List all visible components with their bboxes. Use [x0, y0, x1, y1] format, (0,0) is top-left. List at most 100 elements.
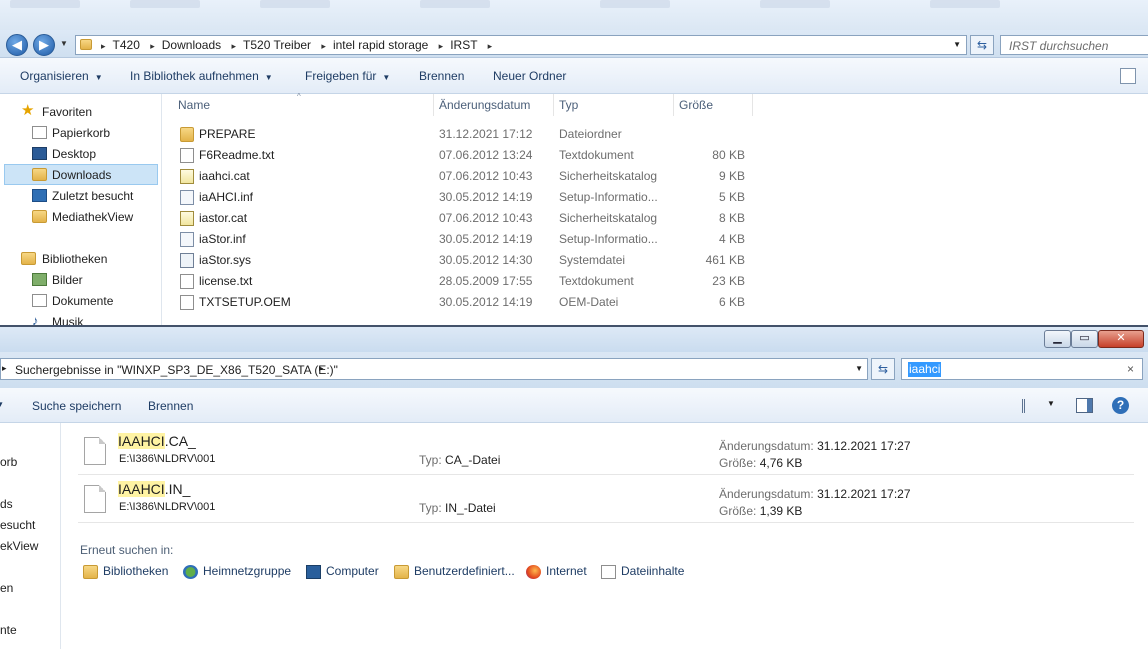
navigation-pane: orb ds esucht ekView en nte — [0, 423, 61, 649]
save-search-button[interactable]: Suche speichern — [32, 399, 121, 413]
sidebar-item-downloads[interactable]: Downloads — [32, 165, 111, 185]
file-row[interactable]: F6Readme.txt 07.06.2012 13:24 Textdokument… — [176, 145, 766, 166]
search-again-homegroup[interactable]: Heimnetzgruppe — [183, 564, 291, 579]
libraries-header[interactable]: Bibliotheken — [21, 249, 107, 269]
forward-button[interactable]: ▶ — [33, 34, 55, 56]
sidebar-item-recent[interactable]: Zuletzt besucht — [32, 186, 133, 206]
breadcrumb-item[interactable]: intel rapid storage — [333, 38, 428, 52]
file-type: Setup-Informatio... — [559, 190, 658, 204]
file-size: 461 KB — [705, 253, 745, 267]
system-file-icon — [180, 253, 194, 268]
breadcrumb-item[interactable]: IRST — [450, 38, 477, 52]
search-again-custom[interactable]: Benutzerdefiniert... — [394, 564, 515, 579]
sidebar-item-partial[interactable]: nte — [0, 623, 17, 637]
file-row[interactable]: iaStor.inf 30.05.2012 14:19 Setup-Informat… — [176, 229, 766, 250]
result-row[interactable]: IAAHCI.IN_ E:\I386\NLDRV\001 Typ: IN_-Da… — [78, 475, 1134, 523]
sidebar-item-partial[interactable]: en — [0, 581, 13, 595]
chevron-down-icon[interactable]: ▾ — [0, 399, 3, 410]
minimize-button[interactable]: ▁ — [1044, 330, 1071, 348]
breadcrumb-item[interactable]: T420 — [113, 38, 140, 52]
search-location-text: Suchergebnisse in "WINXP_SP3_DE_X86_T520… — [15, 363, 338, 377]
file-name: iastor.cat — [199, 211, 248, 225]
file-type: Setup-Informatio... — [559, 232, 658, 246]
result-size: Größe: 1,39 KB — [719, 504, 803, 518]
file-row[interactable]: iaStor.sys 30.05.2012 14:30 Systemdatei 461… — [176, 250, 766, 271]
burn-button[interactable]: Brennen — [148, 399, 193, 413]
clear-search-icon[interactable]: × — [1127, 362, 1134, 376]
file-type: Sicherheitskatalog — [559, 211, 658, 225]
star-icon: ★ — [21, 102, 35, 119]
column-header-type[interactable]: Typ — [559, 98, 578, 114]
file-name: iaStor.sys — [199, 253, 252, 267]
chevron-right-icon: ▸ — [2, 363, 7, 373]
sidebar-item-partial[interactable]: orb — [0, 455, 17, 469]
background-taskbar-strip — [0, 0, 1148, 30]
result-row[interactable]: IAAHCI.CA_ E:\I386\NLDRV\001 Typ: CA_-Da… — [78, 427, 1134, 475]
sidebar-item-mediathekview[interactable]: MediathekView — [32, 207, 133, 227]
address-dropdown-chevron-icon[interactable]: ▼ — [953, 40, 961, 49]
result-path: E:\I386\NLDRV\001 — [119, 453, 216, 465]
file-date: 07.06.2012 10:43 — [439, 211, 533, 225]
search-input[interactable]: iaahci × — [901, 358, 1143, 380]
breadcrumb-item[interactable]: T520 Treiber — [243, 38, 311, 52]
view-change-icon[interactable] — [1022, 399, 1036, 413]
search-again-internet[interactable]: Internet — [526, 564, 587, 579]
maximize-button[interactable]: ▭ — [1071, 330, 1098, 348]
search-again-file-contents[interactable]: Dateiinhalte — [601, 564, 684, 579]
search-input[interactable]: IRST durchsuchen — [1000, 35, 1148, 55]
new-folder-button[interactable]: Neuer Ordner — [493, 69, 566, 83]
catalog-file-icon — [180, 211, 194, 226]
sidebar-item-partial[interactable]: ds — [0, 497, 13, 511]
file-row[interactable]: iaahci.cat 07.06.2012 10:43 Sicherheitskat… — [176, 166, 766, 187]
favorites-header[interactable]: ★ Favoriten — [21, 102, 92, 122]
column-header-name[interactable]: Name — [178, 98, 210, 114]
address-field[interactable]: ▸ Suchergebnisse in "WINXP_SP3_DE_X86_T5… — [0, 358, 868, 380]
search-again-libraries[interactable]: Bibliotheken — [83, 564, 168, 579]
file-date: 07.06.2012 10:43 — [439, 169, 533, 183]
sidebar-item-documents[interactable]: Dokumente — [32, 291, 113, 311]
sidebar-item-partial[interactable]: ekView — [0, 539, 38, 553]
address-dropdown-chevron-icon[interactable]: ▼ — [855, 364, 863, 373]
breadcrumb: ▸ T420 ▸ Downloads ▸ T520 Treiber ▸ intel ra… — [101, 38, 493, 52]
preview-pane-icon[interactable] — [1076, 398, 1093, 413]
file-row[interactable]: PREPARE 31.12.2021 17:12 Dateiordner — [176, 124, 766, 145]
refresh-button[interactable]: ⇆ — [970, 35, 994, 55]
text-file-icon — [180, 274, 194, 289]
file-icon — [84, 485, 106, 513]
organize-menu[interactable]: Organisieren ▼ — [20, 69, 103, 83]
refresh-button[interactable]: ⇆ — [871, 358, 895, 380]
column-header-size[interactable]: Größe — [679, 98, 713, 114]
sidebar-item-recycle-bin[interactable]: Papierkorb — [32, 123, 110, 143]
inf-file-icon — [180, 232, 194, 247]
result-name: IAAHCI.IN_ — [118, 481, 191, 497]
result-name: IAAHCI.CA_ — [118, 433, 196, 449]
share-with-menu[interactable]: Freigeben für ▼ — [305, 69, 390, 83]
view-options-icon[interactable] — [1120, 68, 1136, 84]
search-again-computer[interactable]: Computer — [306, 564, 379, 579]
file-name: iaStor.inf — [199, 232, 246, 246]
sidebar-item-pictures[interactable]: Bilder — [32, 270, 83, 290]
file-row[interactable]: license.txt 28.05.2009 17:55 Textdokument 2… — [176, 271, 766, 292]
sidebar-item-partial[interactable]: esucht — [0, 518, 35, 532]
file-row[interactable]: iastor.cat 07.06.2012 10:43 Sicherheitskat… — [176, 208, 766, 229]
sidebar-item-desktop[interactable]: Desktop — [32, 144, 96, 164]
file-type: OEM-Datei — [559, 295, 619, 309]
address-field[interactable]: ▸ T420 ▸ Downloads ▸ T520 Treiber ▸ intel ra… — [75, 35, 967, 55]
recent-pages-dropdown[interactable]: ▼ — [60, 39, 68, 48]
file-row[interactable]: iaAHCI.inf 30.05.2012 14:19 Setup-Informat… — [176, 187, 766, 208]
include-in-library-menu[interactable]: In Bibliothek aufnehmen ▼ — [130, 69, 273, 83]
folder-icon — [180, 127, 194, 142]
file-size: 4 KB — [718, 232, 745, 246]
file-date: 30.05.2012 14:19 — [439, 295, 533, 309]
documents-icon — [32, 294, 47, 307]
column-header-date[interactable]: Änderungsdatum — [439, 98, 530, 114]
file-name: iaahci.cat — [199, 169, 250, 183]
burn-button[interactable]: Brennen — [419, 69, 464, 83]
breadcrumb-item[interactable]: Downloads — [162, 38, 221, 52]
view-dropdown-chevron-icon[interactable]: ▼ — [1047, 399, 1055, 408]
help-icon[interactable]: ? — [1112, 397, 1129, 414]
catalog-file-icon — [180, 169, 194, 184]
file-row[interactable]: TXTSETUP.OEM 30.05.2012 14:19 OEM-Datei 6 K… — [176, 292, 766, 313]
back-button[interactable]: ◀ — [6, 34, 28, 56]
close-button[interactable]: ✕ — [1098, 330, 1144, 348]
